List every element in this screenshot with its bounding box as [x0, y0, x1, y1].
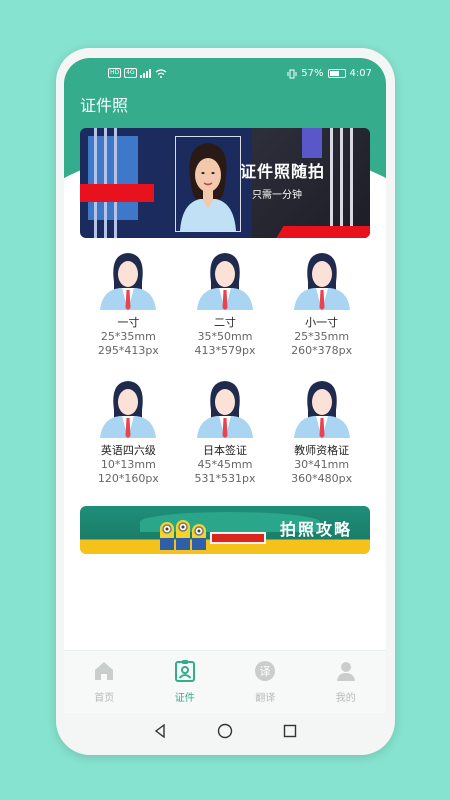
app-screen: HD 4G 57% 4:07 证件照 证件照随拍 只需一分钟 一寸 25*35m… [64, 58, 386, 713]
minion-illustration-icon [160, 520, 206, 550]
back-button[interactable] [152, 723, 168, 739]
photo-size-px: 295*413px [97, 344, 159, 357]
tab-certificates[interactable]: 证件 [155, 659, 215, 704]
photo-type-card[interactable]: 一寸 25*35mm 295*413px [80, 250, 177, 364]
user-icon [336, 662, 355, 681]
person-avatar-icon [100, 381, 157, 438]
back-triangle-icon [155, 724, 166, 738]
face-frame [175, 136, 241, 232]
tab-profile[interactable]: 我的 [316, 659, 376, 704]
status-bar: HD 4G 57% 4:07 [64, 68, 386, 84]
photo-size-mm: 25*35mm [294, 330, 350, 343]
tab-home[interactable]: 首页 [74, 659, 134, 704]
photo-size-mm: 30*41mm [294, 458, 350, 471]
tab-label: 我的 [335, 693, 356, 704]
bottom-tab-bar: 首页 证件 译 翻译 我的 [64, 650, 386, 713]
photo-type-name: 教师资格证 [294, 444, 350, 457]
battery-icon [327, 69, 346, 78]
wifi-icon [155, 68, 167, 78]
photo-type-name: 日本签证 [202, 444, 247, 457]
tab-label: 首页 [94, 693, 115, 704]
woman-portrait-icon [180, 143, 236, 231]
photo-type-name: 二寸 [213, 316, 236, 329]
network-icon: 4G [124, 68, 137, 78]
photo-type-card[interactable]: 英语四六级 10*13mm 120*160px [80, 378, 177, 492]
tab-label: 证件 [174, 693, 195, 704]
photo-size-px: 413*579px [194, 344, 256, 357]
home-circle-icon [217, 723, 233, 739]
vibrate-icon [287, 69, 297, 78]
photo-size-px: 120*160px [97, 472, 159, 485]
hd-icon: HD [108, 68, 122, 78]
photo-size-px: 360*480px [291, 472, 353, 485]
person-avatar-icon [293, 381, 350, 438]
home-button[interactable] [217, 723, 233, 739]
person-avatar-icon [196, 381, 253, 438]
home-icon [95, 662, 114, 680]
recents-button[interactable] [282, 723, 298, 739]
photo-size-mm: 35*50mm [197, 330, 253, 343]
translate-icon: 译 [255, 661, 276, 681]
photo-size-mm: 25*35mm [100, 330, 156, 343]
signal-icon [139, 68, 151, 78]
tab-label: 翻译 [255, 693, 276, 704]
photo-size-mm: 10*13mm [100, 458, 156, 471]
recents-square-icon [283, 724, 296, 738]
svg-text:译: 译 [260, 665, 271, 678]
photo-tips-banner[interactable]: 拍照攻略 [80, 506, 370, 554]
photo-type-name: 英语四六级 [100, 444, 156, 457]
photo-size-px: 260*378px [291, 344, 353, 357]
banner-title: 证件照随拍 [240, 162, 326, 181]
system-nav-bar [64, 713, 386, 749]
photo-type-card[interactable]: 小一寸 25*35mm 260*378px [273, 250, 370, 364]
battery-percent: 57% [301, 68, 324, 79]
banner-subtitle: 只需一分钟 [252, 190, 302, 201]
person-avatar-icon [196, 253, 253, 310]
person-avatar-icon [100, 253, 157, 310]
id-photo-banner[interactable]: 证件照随拍 只需一分钟 [80, 128, 370, 238]
tab-translate[interactable]: 译 翻译 [235, 659, 295, 704]
person-avatar-icon [293, 253, 350, 310]
photo-type-card[interactable]: 教师资格证 30*41mm 360*480px [273, 378, 370, 492]
id-badge-icon [174, 660, 195, 682]
photo-size-mm: 45*45mm [197, 458, 253, 471]
status-time: 4:07 [349, 68, 372, 79]
photo-type-card[interactable]: 二寸 35*50mm 413*579px [177, 250, 274, 364]
photo-type-card[interactable]: 日本签证 45*45mm 531*531px [177, 378, 274, 492]
photo-type-grid: 一寸 25*35mm 295*413px 二寸 35*50mm 413*579p… [80, 250, 370, 492]
photo-type-name: 小一寸 [305, 316, 339, 329]
promo-title: 拍照攻略 [279, 520, 352, 539]
photo-size-px: 531*531px [194, 472, 256, 485]
page-title: 证件照 [80, 96, 129, 115]
photo-type-name: 一寸 [117, 316, 140, 329]
